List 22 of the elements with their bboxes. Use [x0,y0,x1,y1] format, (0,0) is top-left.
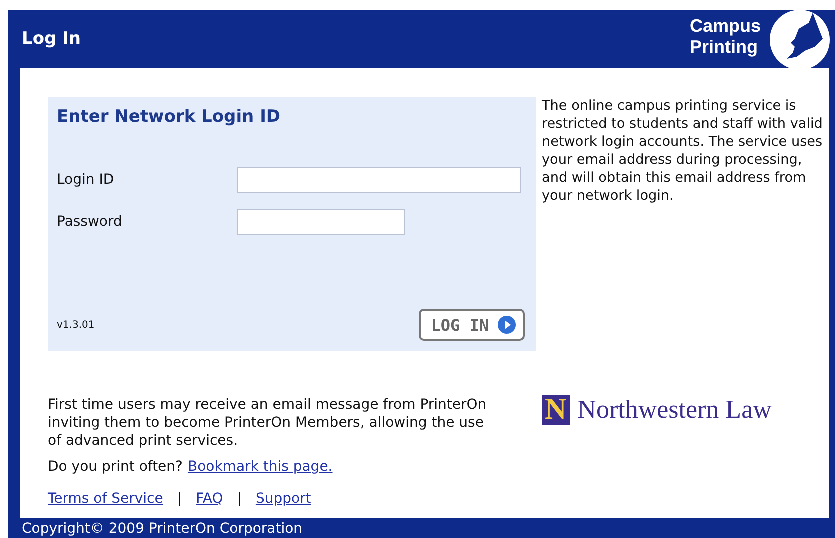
play-icon [497,315,517,335]
info-text: The online campus printing service is restricted to students and staff with valid network login accounts. The service uses your email address during processing, and will obtain this email address from your network login. [542,97,824,205]
bookmark-link[interactable]: Bookmark this page. [188,459,333,475]
brand-name: Campus Printing [690,16,761,58]
school-logo-mark: N [542,395,570,425]
page-title: Log In [22,29,82,49]
footer-link[interactable]: FAQ [196,491,224,507]
field-label: Login ID [57,172,116,188]
login-id-field[interactable] [236,167,521,193]
copyright-text: Copyright© 2009 PrinterOn Corporation [22,521,303,537]
password-field[interactable] [237,209,405,235]
login-button[interactable]: LOG IN [419,309,525,341]
version-text: v1.3.01 [57,320,95,330]
footer-link[interactable]: Terms of Service [48,491,164,507]
panel-heading: Enter Network Login ID [57,107,282,127]
footer-link[interactable]: Support [256,491,312,507]
notice-text: First time users may receive an email message from PrinterOn inviting them to become PrinterOn Members, allowing the use of advanced print services. [48,396,488,450]
bookmark-prompt: Do you print often? [48,459,183,475]
separator: | [237,491,242,507]
separator: | [177,491,182,507]
school-name: Northwestern Law [578,395,772,425]
field-label: Password [57,214,124,230]
